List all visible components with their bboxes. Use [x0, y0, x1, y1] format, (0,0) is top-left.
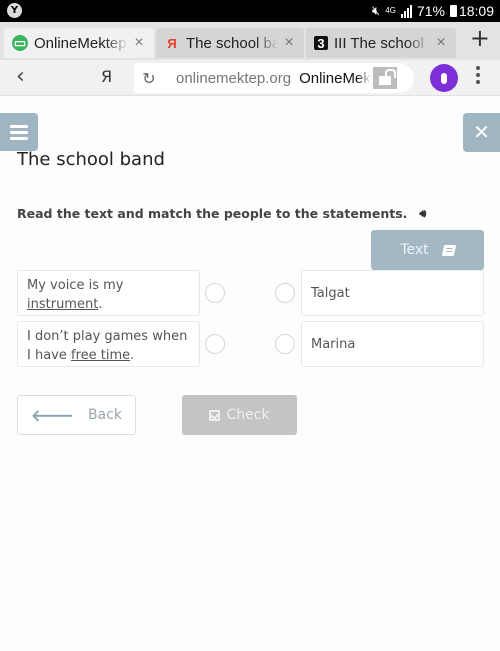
yandex-logo-icon[interactable]: Я: [101, 67, 112, 86]
statement-2-connector-radio[interactable]: [205, 334, 225, 354]
person-name: Talgat: [311, 285, 350, 301]
microphone-icon[interactable]: [430, 64, 458, 92]
tab-3-favicon-icon: 3: [314, 36, 328, 51]
statement-card[interactable]: I don’t play games when I have free time…: [17, 321, 200, 367]
person-name: Marina: [311, 336, 356, 352]
omnibox[interactable]: ↻ onlinemektep.org OnlineMektep: [134, 63, 414, 93]
browser-menu-icon[interactable]: [475, 66, 481, 84]
tab-strip: ▭ OnlineMektep × Я The school band × 3 I…: [0, 22, 500, 60]
browser-back-button[interactable]: ‹: [16, 64, 25, 89]
tab-iii-school[interactable]: 3 III The school ×: [306, 28, 456, 58]
status-icons: 🔇︎ 4G 71% 18:09: [372, 0, 494, 22]
tab-title: The school band: [186, 34, 278, 52]
person-1-connector-radio[interactable]: [275, 283, 295, 303]
close-tab-icon[interactable]: ×: [430, 34, 452, 52]
close-tab-icon[interactable]: ×: [278, 34, 300, 52]
instruction-text: Read the text and match the people to th…: [17, 206, 408, 221]
onlinemektep-favicon-icon: ▭: [12, 35, 28, 51]
lock-icon[interactable]: [373, 67, 398, 89]
statement-1-connector-radio[interactable]: [205, 283, 225, 303]
site-name: OnlineMektep: [299, 69, 371, 87]
text-button[interactable]: Text: [371, 230, 484, 270]
checkbox-icon: [209, 409, 221, 421]
text-button-label: Text: [400, 242, 429, 258]
statement-punct: .: [130, 348, 135, 363]
person-card[interactable]: Talgat: [301, 270, 484, 316]
battery-icon: [449, 5, 457, 17]
battery-percent: 71%: [416, 3, 445, 19]
close-tab-icon[interactable]: ×: [128, 34, 150, 52]
yandex-favicon-icon: Я: [167, 35, 177, 51]
back-button-label: Back: [87, 407, 122, 423]
check-button[interactable]: Check: [182, 395, 297, 435]
reload-icon[interactable]: ↻: [134, 69, 164, 88]
page-title: The school band: [17, 149, 165, 170]
statement-underlined: free time: [71, 348, 131, 363]
new-tab-button[interactable]: +: [470, 26, 490, 50]
signal-icon: [400, 4, 412, 18]
tab-school-band[interactable]: Я The school band ×: [156, 28, 304, 58]
menu-button[interactable]: [0, 113, 38, 151]
instruction: Read the text and match the people to th…: [17, 206, 426, 221]
person-card[interactable]: Marina: [301, 321, 484, 367]
clock: 18:09: [458, 3, 494, 19]
close-exercise-button[interactable]: ✕: [463, 113, 500, 152]
status-bar: Y 🔇︎ 4G 71% 18:09: [0, 0, 500, 22]
person-2-connector-radio[interactable]: [275, 334, 295, 354]
mute-icon: 🔇︎: [372, 3, 381, 18]
statement-underlined: instrument: [27, 297, 99, 312]
statement-card[interactable]: My voice is my instrument.: [17, 270, 200, 316]
notification-icon: Y: [7, 3, 22, 18]
network-type: 4G: [385, 6, 396, 15]
tab-title: OnlineMektep: [34, 34, 127, 52]
arrow-left-icon: 🡐: [31, 406, 74, 425]
address-bar: ‹ Я ↻ onlinemektep.org OnlineMektep: [0, 60, 500, 96]
tab-onlinemektep[interactable]: ▭ OnlineMektep ×: [4, 28, 154, 58]
speaker-icon[interactable]: 🔊︎: [419, 207, 426, 221]
book-icon: [441, 244, 456, 256]
tab-title: III The school: [334, 34, 424, 52]
statement-punct: .: [98, 297, 103, 312]
back-button[interactable]: 🡐 Back: [17, 395, 136, 435]
url-text[interactable]: onlinemektep.org: [176, 70, 291, 87]
statement-text: My voice is my: [27, 278, 124, 293]
check-button-label: Check: [226, 407, 270, 423]
